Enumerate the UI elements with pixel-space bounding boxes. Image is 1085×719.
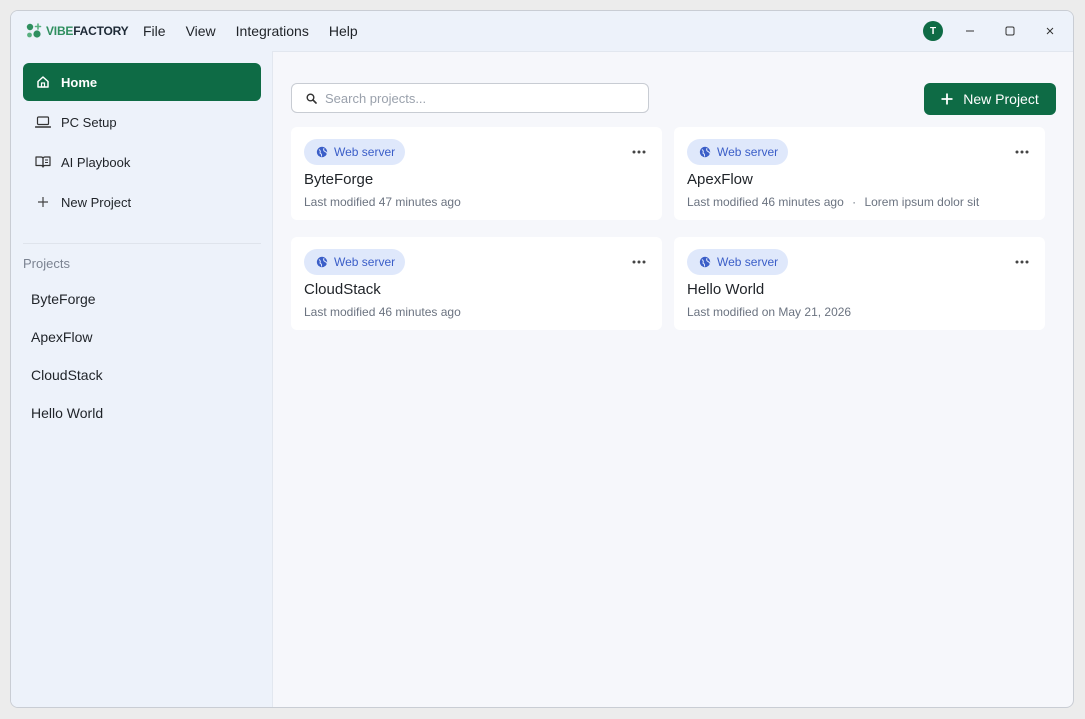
sidebar-project-cloudstack[interactable]: CloudStack <box>31 367 103 383</box>
logo-wordmark: VIBEFACTORY <box>46 24 129 38</box>
sidebar-item-label: PC Setup <box>61 114 117 130</box>
minimize-icon <box>966 30 974 32</box>
projects-heading: Projects <box>23 256 70 271</box>
app-window: VIBEFACTORY File View Integrations Help … <box>10 10 1074 708</box>
project-meta: Last modified 46 minutes ago · Lorem ips… <box>687 195 979 209</box>
more-horizontal-icon <box>632 150 646 154</box>
globe-icon <box>316 256 328 268</box>
home-icon <box>35 74 51 90</box>
menu-integrations[interactable]: Integrations <box>236 23 309 39</box>
menu-view[interactable]: View <box>186 23 216 39</box>
close-button[interactable] <box>1040 21 1060 41</box>
project-title: Hello World <box>687 281 765 298</box>
minimize-button[interactable] <box>960 21 980 41</box>
more-options-button[interactable] <box>630 253 648 271</box>
search-box[interactable] <box>291 83 649 113</box>
project-card-hello-world[interactable]: Web server Hello World Last modified on … <box>674 237 1045 330</box>
sidebar-item-ai-playbook[interactable]: AI Playbook <box>23 143 261 181</box>
project-title: CloudStack <box>304 281 381 298</box>
more-options-button[interactable] <box>1013 253 1031 271</box>
project-meta: Last modified 47 minutes ago <box>304 195 461 209</box>
project-title: ByteForge <box>304 171 374 188</box>
project-card-apexflow[interactable]: Web server ApexFlow Last modified 46 min… <box>674 127 1045 220</box>
project-description: Lorem ipsum dolor sit <box>864 195 980 209</box>
globe-icon <box>316 146 328 158</box>
maximize-button[interactable] <box>1000 21 1020 41</box>
project-meta: Last modified 46 minutes ago <box>304 305 461 319</box>
last-modified: Last modified 46 minutes ago <box>304 305 461 319</box>
globe-icon <box>699 256 711 268</box>
plus-icon <box>941 93 953 105</box>
logo-vibe: VIBE <box>46 24 74 38</box>
laptop-icon <box>35 114 51 130</box>
project-meta: Last modified on May 21, 2026 <box>687 305 851 319</box>
more-horizontal-icon <box>632 260 646 264</box>
more-horizontal-icon <box>1015 260 1029 264</box>
meta-separator: · <box>852 195 857 209</box>
project-card-byteforge[interactable]: Web server ByteForge Last modified 47 mi… <box>291 127 662 220</box>
logo-icon <box>26 23 42 38</box>
more-options-button[interactable] <box>630 143 648 161</box>
menu-bar: File View Integrations Help <box>143 11 378 51</box>
app-logo: VIBEFACTORY <box>25 22 129 40</box>
sidebar-item-home[interactable]: Home <box>23 63 261 101</box>
new-project-label: New Project <box>963 91 1039 107</box>
sidebar-item-label: Home <box>61 74 98 90</box>
badge-label: Web server <box>334 255 396 269</box>
project-title: ApexFlow <box>687 171 753 188</box>
type-badge: Web server <box>304 249 406 275</box>
plus-icon <box>35 194 51 210</box>
badge-label: Web server <box>334 145 396 159</box>
globe-icon <box>699 146 711 158</box>
last-modified: Last modified 46 minutes ago <box>687 195 844 209</box>
sidebar: Home PC Setup AI Playbook New Project Pr… <box>11 51 273 707</box>
logo-factory: FACTORY <box>73 24 129 38</box>
more-options-button[interactable] <box>1013 143 1031 161</box>
sidebar-project-apexflow[interactable]: ApexFlow <box>31 329 92 345</box>
type-badge: Web server <box>687 249 789 275</box>
sidebar-project-hello-world[interactable]: Hello World <box>31 405 103 421</box>
sidebar-divider <box>23 243 261 244</box>
search-icon <box>306 93 317 104</box>
last-modified: Last modified 47 minutes ago <box>304 195 461 209</box>
last-modified: Last modified on May 21, 2026 <box>687 305 852 319</box>
book-icon <box>35 154 51 170</box>
title-bar: VIBEFACTORY File View Integrations Help … <box>11 11 1073 52</box>
menu-file[interactable]: File <box>143 23 166 39</box>
sidebar-item-pc-setup[interactable]: PC Setup <box>23 103 261 141</box>
close-icon <box>1046 27 1054 35</box>
more-horizontal-icon <box>1015 150 1029 154</box>
new-project-button[interactable]: New Project <box>924 83 1056 115</box>
type-badge: Web server <box>687 139 789 165</box>
menu-help[interactable]: Help <box>329 23 358 39</box>
search-input[interactable] <box>323 89 627 107</box>
type-badge: Web server <box>304 139 406 165</box>
sidebar-item-label: AI Playbook <box>61 154 131 170</box>
badge-label: Web server <box>717 145 779 159</box>
sidebar-item-new-project[interactable]: New Project <box>23 183 261 221</box>
maximize-icon <box>1005 26 1015 36</box>
project-card-cloudstack[interactable]: Web server CloudStack Last modified 46 m… <box>291 237 662 330</box>
user-avatar[interactable]: T <box>923 21 943 41</box>
sidebar-item-label: New Project <box>61 194 132 210</box>
badge-label: Web server <box>717 255 779 269</box>
sidebar-project-byteforge[interactable]: ByteForge <box>31 291 96 307</box>
